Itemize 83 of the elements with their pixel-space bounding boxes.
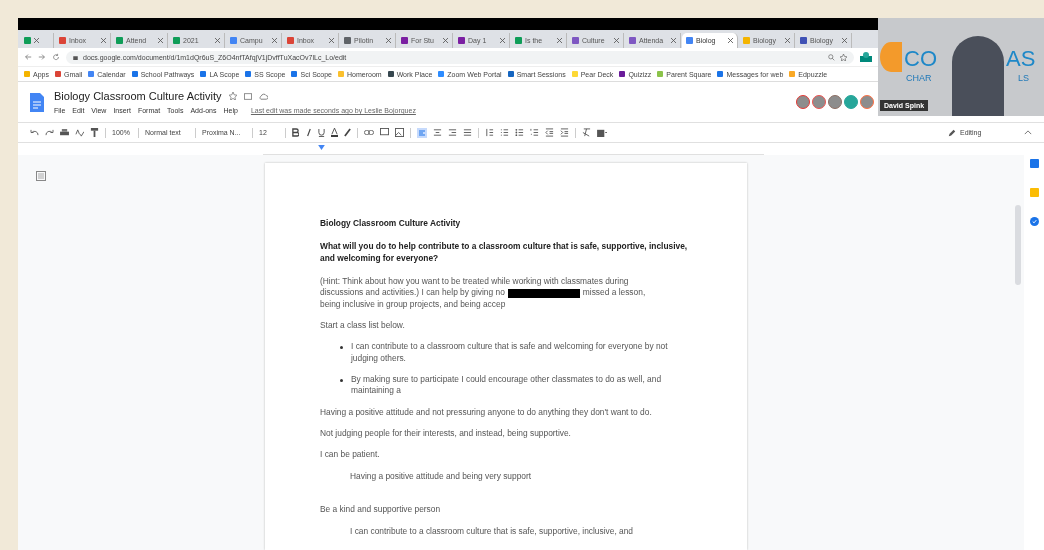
star-icon[interactable] [840,53,847,61]
cloud-icon [258,92,268,100]
close-icon[interactable] [215,38,220,43]
close-icon[interactable] [386,38,391,43]
close-icon[interactable] [34,38,39,43]
image-icon[interactable] [395,128,404,137]
paragraph-text: (Hint: Think about how you want to be treated while working with classmates during [320,276,630,288]
tasks-icon[interactable] [1029,217,1039,226]
bullet-icon [340,346,343,350]
bulleted-list-icon[interactable] [515,128,524,137]
justify-icon[interactable] [463,128,472,137]
paint-format-icon[interactable] [90,128,99,137]
paragraph-text: Having a positive attitude and not pressuring anyone to do anything they don't want to do. [320,406,653,419]
list-item-text: I can contribute to a classroom culture that is safe and welcoming for everyone by not judging others. [351,341,669,365]
spellcheck-icon[interactable] [75,128,84,137]
align-right-icon[interactable] [448,128,457,137]
close-icon[interactable] [272,38,277,43]
increase-indent-icon[interactable] [560,128,569,137]
underline-icon[interactable] [318,128,325,137]
close-icon[interactable] [614,38,619,43]
indent-marker-icon[interactable] [318,145,325,150]
paragraph-text: Not judging people for their interests, and instead, being supportive. [320,428,572,440]
outline-icon[interactable] [36,171,46,181]
line-spacing-icon[interactable] [485,128,494,137]
reload-icon[interactable] [52,53,60,61]
print-icon[interactable] [60,128,69,137]
close-icon[interactable] [329,38,334,43]
align-center-icon[interactable] [433,128,442,137]
document-title[interactable]: Biology Classroom Culture Activity [54,90,222,102]
paragraph-text: Start a class list below. [320,320,406,332]
paragraph-text: Having a positive attitude and being very support [350,470,533,483]
clear-formatting-icon[interactable] [582,128,591,137]
forward-icon[interactable] [38,53,46,61]
paragraph-text: missed a lesson, [582,287,646,299]
paragraph-text: I can contribute to a classroom culture that is safe, supportive, inclusive, and [350,525,635,537]
redo-icon[interactable] [45,129,54,136]
document-heading: Biology Classroom Culture Activity [320,218,462,230]
undo-icon[interactable] [30,129,39,136]
paragraph-text: I can be patient. [320,449,381,461]
star-icon[interactable] [228,92,237,100]
close-icon[interactable] [500,38,505,43]
calendar-icon[interactable] [1029,159,1039,168]
link-icon[interactable] [364,130,374,135]
question-text: What will you do to help contribute to a classroom culture that is safe, supportive, inclusive, and welcoming for everyone? [320,241,689,265]
paragraph-text: being inclusive in group projects, and being accep [320,298,507,311]
back-icon[interactable] [24,53,32,61]
close-icon[interactable] [842,38,847,43]
extension-icon[interactable] [860,52,872,62]
align-left-icon[interactable] [417,127,427,138]
avatar-icon[interactable] [812,95,826,109]
logo-text: LS [1018,74,1029,83]
checklist-icon[interactable] [500,128,509,137]
list-item-text: By making sure to participate I could encourage other classmates to do as well, and maintaining a [351,374,663,397]
text-color-icon[interactable] [331,128,338,137]
italic-icon[interactable] [305,128,312,137]
avatar-icon[interactable] [844,95,858,109]
logo-sun-icon [880,42,902,72]
close-icon[interactable] [728,38,733,43]
close-icon[interactable] [101,38,106,43]
avatar-icon[interactable] [860,95,874,109]
bold-icon[interactable] [292,128,299,137]
close-icon[interactable] [785,38,790,43]
close-icon[interactable] [671,38,676,43]
numbered-list-icon[interactable] [530,128,539,137]
bullet-icon [340,379,343,383]
pencil-icon [948,128,956,137]
paragraph-text: Be a kind and supportive person [320,504,442,516]
collapse-icon[interactable] [1024,130,1032,135]
close-icon[interactable] [158,38,163,43]
avatar-icon[interactable] [828,95,842,109]
close-icon[interactable] [557,38,562,43]
scrollbar[interactable] [1015,205,1021,285]
document-icon[interactable] [30,92,44,112]
avatar-icon[interactable] [796,95,810,109]
logo-text: CHAR [906,74,932,83]
search-icon[interactable] [828,53,835,61]
highlighter-icon[interactable] [344,128,351,137]
close-icon[interactable] [443,38,448,43]
decrease-indent-icon[interactable] [545,128,554,137]
document-page[interactable] [265,163,747,550]
paragraph-text: discussions and activities.) I can help by giving no [320,287,505,299]
logo-text: AS [1006,48,1036,70]
logo-text: CO [904,48,937,70]
